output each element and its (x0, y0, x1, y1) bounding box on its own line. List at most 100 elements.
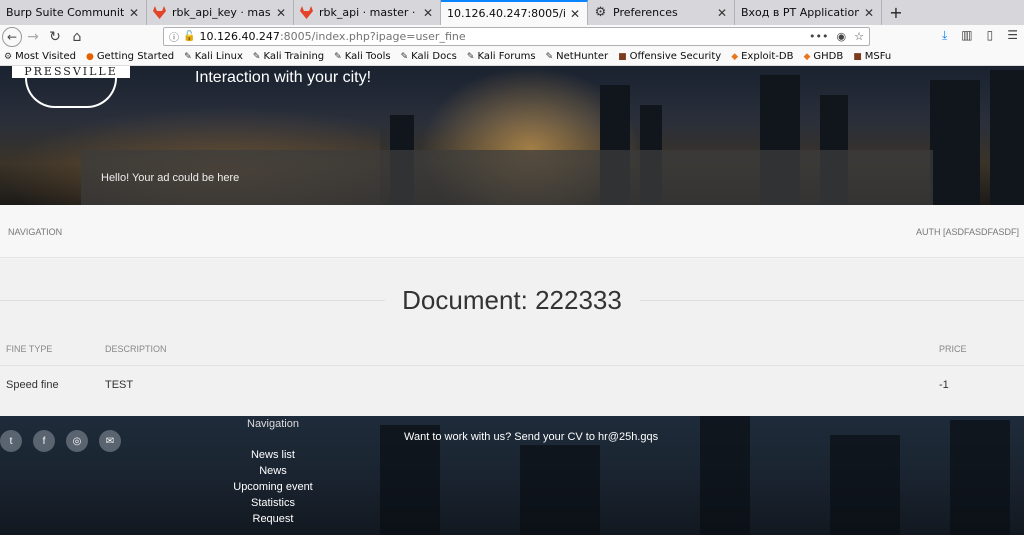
tab-title: 10.126.40.247:8005/index.p (447, 7, 565, 20)
offsec-icon: ■ (853, 51, 862, 62)
site-footer: t f ◎ ✉ Navigation News list News Upcomi… (0, 416, 1024, 535)
cell-fine-type: Speed fine (6, 379, 59, 391)
gitlab-icon (300, 6, 313, 19)
bookmark-label: NetHunter (556, 51, 609, 62)
skyline-building (520, 445, 600, 535)
bookmark-most-visited[interactable]: ⚙ Most Visited (4, 51, 76, 62)
pocket-icon[interactable]: ◉ (837, 30, 847, 43)
bookmark-label: Kali Docs (411, 51, 457, 62)
tab-rbk-api[interactable]: rbk_api · master · H_Bus ✕ (294, 0, 441, 25)
home-button[interactable]: ⌂ (66, 26, 88, 48)
navigation-menu-link[interactable]: NAVIGATION (8, 227, 62, 237)
page-actions-icon[interactable]: ••• (809, 30, 828, 43)
bookmark-label: Offensive Security (629, 51, 722, 62)
tab-bar: Burp Suite Community Editi ✕ rbk_api_key… (0, 0, 1024, 25)
tab-title: Burp Suite Community Editi (6, 6, 124, 19)
kali-dragon-icon: ✎ (545, 51, 554, 62)
logo-waves-icon (25, 78, 117, 108)
cell-description: TEST (105, 379, 134, 391)
mail-icon[interactable]: ✉ (99, 430, 121, 452)
bookmark-exploit-db[interactable]: ◆ Exploit-DB (731, 51, 793, 62)
bookmark-label: GHDB (813, 51, 844, 62)
footer-link-request[interactable]: Request (232, 511, 314, 527)
bookmark-getting-started[interactable]: ● Getting Started (86, 51, 174, 62)
table-row-divider (0, 365, 1024, 366)
back-button[interactable]: ← (2, 26, 22, 47)
tab-title: rbk_api_key · master · J (172, 6, 271, 19)
footer-link-news-list[interactable]: News list (232, 447, 314, 463)
close-icon[interactable]: ✕ (716, 6, 728, 20)
bookmark-offensive-security[interactable]: ■ Offensive Security (618, 51, 721, 62)
new-tab-button[interactable]: + (882, 0, 910, 25)
firefox-icon: ● (85, 51, 94, 62)
footer-navigation-title: Navigation (247, 418, 299, 430)
bookmark-kali-forums[interactable]: ✎ Kali Forums (467, 51, 536, 62)
site-tagline: Interaction with your city! (195, 69, 372, 86)
skyline-building (950, 420, 1010, 535)
tab-burp[interactable]: Burp Suite Community Editi ✕ (0, 0, 147, 25)
close-icon[interactable]: ✕ (863, 6, 875, 20)
tab-title: rbk_api · master · H_Bus (319, 6, 418, 19)
tab-pt-firewall[interactable]: Вход в PT Application Firew ✕ (735, 0, 882, 25)
exploit-db-icon: ◆ (731, 51, 739, 62)
skyline-building (990, 70, 1024, 205)
kali-dragon-icon: ✎ (334, 51, 342, 62)
bookmark-ghdb[interactable]: ◆ GHDB (803, 51, 843, 62)
bookmark-label: Kali Training (263, 51, 325, 62)
skyline-building (700, 416, 750, 535)
close-icon[interactable]: ✕ (128, 6, 140, 20)
tab-preferences[interactable]: ⚙ Preferences ✕ (588, 0, 735, 25)
twitter-icon[interactable]: t (0, 430, 22, 452)
bookmark-kali-linux[interactable]: ✎ Kali Linux (184, 51, 243, 62)
social-links: t f ◎ ✉ (0, 430, 121, 452)
instagram-icon[interactable]: ◎ (66, 430, 88, 452)
sidebar-icon[interactable]: ▯ (987, 28, 994, 43)
kali-dragon-icon: ✎ (466, 51, 475, 62)
forward-button[interactable]: → (22, 26, 44, 48)
footer-link-statistics[interactable]: Statistics (232, 495, 314, 511)
bookmark-nethunter[interactable]: ✎ NetHunter (546, 51, 608, 62)
tab-rbk-api-key[interactable]: rbk_api_key · master · J ✕ (147, 0, 294, 25)
auth-user-link[interactable]: AUTH [ASDFASDFASDF] (916, 227, 1019, 237)
footer-link-news[interactable]: News (232, 463, 314, 479)
bookmark-kali-docs[interactable]: ✎ Kali Docs (401, 51, 457, 62)
reload-button[interactable]: ↻ (44, 26, 66, 48)
skyline-building (930, 80, 980, 205)
document-title: Document: 222333 (0, 285, 1024, 316)
close-icon[interactable]: ✕ (422, 6, 434, 20)
tab-current-page[interactable]: 10.126.40.247:8005/index.p ✕ (441, 0, 588, 25)
bookmarks-toolbar: ⚙ Most Visited ● Getting Started ✎ Kali Lin… (0, 48, 1024, 66)
bookmark-label: MSFu (864, 51, 892, 62)
library-icon[interactable]: ▥ (961, 28, 972, 43)
hero-banner: PRESSVILLE Interaction with your city! H… (0, 66, 1024, 205)
info-icon[interactable]: ⓘ (169, 29, 179, 44)
gear-icon: ⚙ (594, 5, 607, 20)
bookmark-label: Getting Started (96, 51, 175, 62)
bookmark-kali-tools[interactable]: ✎ Kali Tools (334, 51, 390, 62)
gitlab-icon (153, 6, 166, 19)
menu-icon[interactable]: ☰ (1007, 28, 1018, 43)
downloads-icon[interactable]: ⤓ (942, 28, 947, 43)
facebook-icon[interactable]: f (33, 430, 55, 452)
bookmark-msfu[interactable]: ■ MSFu (853, 51, 891, 62)
url-path: :8005/index.php?ipage=user_fine (279, 30, 466, 43)
close-icon[interactable]: ✕ (275, 6, 287, 20)
footer-links: News list News Upcoming event Statistics… (232, 447, 314, 527)
kali-dragon-icon: ✎ (184, 51, 192, 62)
site-logo[interactable]: PRESSVILLE (12, 66, 130, 78)
url-bar[interactable]: ⓘ 🔓 10.126.40.247 :8005/index.php?ipage=… (163, 27, 870, 46)
bookmark-kali-training[interactable]: ✎ Kali Training (253, 51, 324, 62)
kali-dragon-icon: ✎ (252, 51, 261, 62)
close-icon[interactable]: ✕ (569, 7, 581, 21)
footer-link-upcoming-event[interactable]: Upcoming event (232, 479, 314, 495)
site-nav-strip: NAVIGATION AUTH [ASDFASDFASDF] (0, 205, 1024, 258)
kali-dragon-icon: ✎ (400, 51, 409, 62)
document-title-text: Document: 222333 (390, 285, 634, 315)
bookmark-star-icon[interactable]: ☆ (854, 30, 864, 43)
bookmark-label: Kali Linux (194, 51, 243, 62)
document-section: Document: 222333 FINE TYPE DESCRIPTION P… (0, 259, 1024, 416)
careers-text: Want to work with us? Send your CV to hr… (404, 431, 659, 443)
ghdb-icon: ◆ (803, 51, 811, 62)
bookmark-label: Kali Forums (477, 51, 536, 62)
navigation-toolbar: ← → ↻ ⌂ ⓘ 🔓 10.126.40.247 :8005/index.ph… (0, 25, 1024, 48)
